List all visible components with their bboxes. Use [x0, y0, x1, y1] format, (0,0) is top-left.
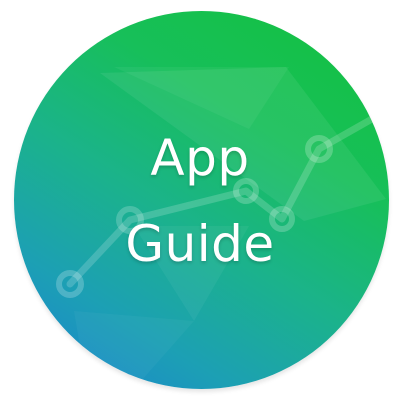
title-line-guide: Guide [125, 215, 275, 273]
badge-circle [14, 11, 389, 389]
chart-motif-icon [56, 67, 389, 389]
app-guide-logo: App Guide [0, 0, 400, 400]
title-line-app: App [150, 129, 250, 187]
shard-shape [74, 311, 194, 389]
